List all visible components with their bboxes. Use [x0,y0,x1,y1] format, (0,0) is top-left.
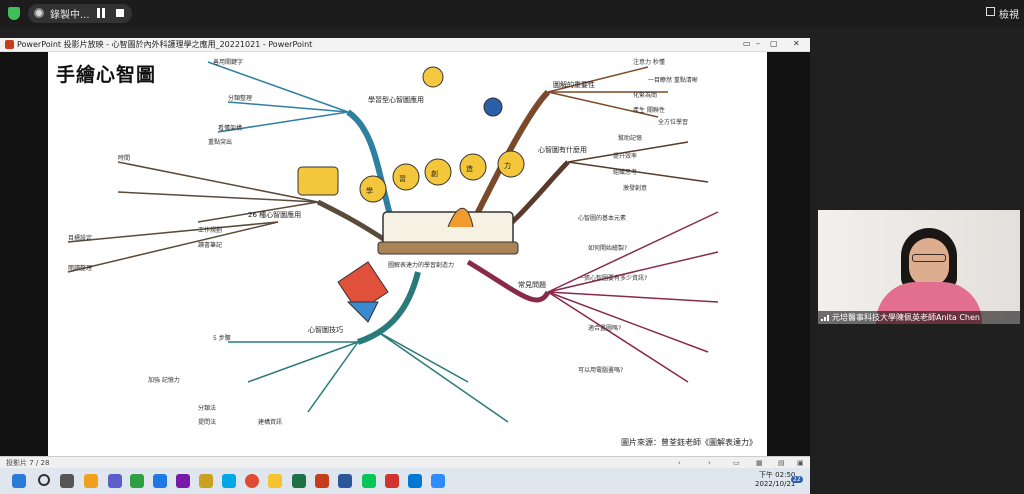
branch-label-6: 26 種心智圖應用 [248,210,301,219]
shield-icon [8,7,20,20]
branch-label-2: 圖解的重要性 [553,80,595,89]
branch-label-5: 心智圖技巧 [308,325,343,334]
weather-icon[interactable] [84,474,98,488]
pause-recording-button[interactable] [96,8,106,18]
svg-text:組織思考: 組織思考 [613,168,637,176]
normal-view-icon[interactable]: ▭ [733,459,740,467]
ppt-title-bar: PowerPoint 投影片放映 - 心智圖於內外科護理學之應用_2022102… [0,38,810,52]
stop-recording-button[interactable] [116,9,124,17]
center-caption: 圖解表達力的學習創造力 [388,261,454,269]
branch-label-1: 學習型心智圖應用 [368,95,424,104]
svg-text:工作規劃: 工作規劃 [198,226,222,234]
screen: 錄製中... 檢視 PowerPoint 投影片放映 - 心智圖於內外科護理學之… [0,0,1024,494]
mind-map-drawing: 學 習 創 造 力 圖解表達力的學習創造力 學習型心智圖應用 善用關鍵字 分類整… [67,58,719,426]
svg-text:時間: 時間 [118,154,130,162]
webcam-video-tile[interactable]: 元培醫事科技大學陳佩英老師Anita Chen [818,210,1020,324]
windows-start-icon[interactable] [12,474,26,488]
powerpoint-icon [5,40,14,49]
character-sketch-icon [422,66,444,88]
svg-text:產生 關聯性: 產生 關聯性 [633,106,665,114]
reading-view-icon[interactable]: ▤ [778,459,785,467]
word-icon[interactable] [338,474,352,488]
svg-text:讀書筆記: 讀書筆記 [198,241,222,249]
svg-text:化繁為簡: 化繁為簡 [633,91,657,99]
svg-text:提升效率: 提升效率 [613,152,637,160]
maximize-button[interactable]: ▢ [770,39,778,48]
powerpoint-taskbar-icon[interactable] [315,474,329,488]
center-char-2: 習 [399,175,406,183]
notification-badge[interactable]: 22 [791,476,803,483]
system-clock[interactable]: 下午 02:50 2022/10/21 [755,471,795,489]
svg-text:心智圖的基本元素: 心智圖的基本元素 [578,214,626,222]
svg-text:可以用電腦畫嗎?: 可以用電腦畫嗎? [578,366,623,374]
zoom-icon[interactable] [431,474,445,488]
svg-text:加強 記憶力: 加強 記憶力 [148,376,180,384]
svg-text:看懂架構: 看懂架構 [218,124,242,132]
svg-text:分類整理: 分類整理 [228,94,252,102]
center-char-5: 力 [504,161,511,170]
meeting-control-bar: 錄製中... 檢視 [0,0,1024,28]
slideshow-view-icon[interactable]: ▣ [797,459,804,467]
svg-text:適合畫圖嗎?: 適合畫圖嗎? [588,324,621,332]
branch-label-3: 心智圖有什麼用 [538,145,587,154]
slide-sorter-icon[interactable]: ▦ [756,459,763,467]
slide-counter: 投影片 7 / 28 [6,459,50,467]
folder-sketch-icon [297,166,339,196]
svg-text:全方位學習: 全方位學習 [658,118,688,126]
ppt-status-bar: 投影片 7 / 28 ‹ › ▭ ▦ ▤ ▣ [0,456,810,468]
svg-text:重點突出: 重點突出 [208,138,232,146]
svg-text:建構資訊: 建構資訊 [258,418,282,426]
svg-text:激發創意: 激發創意 [623,184,647,192]
teams-icon[interactable] [108,474,122,488]
app-icon-5[interactable] [408,474,422,488]
svg-text:目標設定: 目標設定 [68,234,92,242]
line-icon[interactable] [362,474,376,488]
file-explorer-icon[interactable] [268,474,282,488]
svg-text:5 步驟: 5 步驟 [213,334,231,342]
branch-label-4: 常見問題 [518,280,546,289]
svg-text:提問法: 提問法 [198,418,216,426]
window-title: PowerPoint 投影片放映 - 心智圖於內外科護理學之應用_2022102… [17,40,313,49]
record-icon [34,8,44,18]
svg-text:注意力 秒懂: 注意力 秒懂 [633,58,665,66]
recording-label: 錄製中... [50,10,90,21]
branch-line-left [316,199,390,245]
participant-face [909,238,949,286]
onenote-icon[interactable] [176,474,190,488]
app-icon-2[interactable] [153,474,167,488]
task-view-icon[interactable] [60,474,74,488]
svg-text:幫助記憶: 幫助記憶 [618,134,642,142]
chrome-icon[interactable] [245,474,259,488]
signal-strength-icon [821,315,829,321]
svg-text:分類法: 分類法 [198,404,216,412]
app-icon[interactable] [130,474,144,488]
app-icon-3[interactable] [199,474,213,488]
view-icon[interactable] [986,7,995,16]
excel-icon[interactable] [292,474,306,488]
svg-text:如何開始繪製?: 如何開始繪製? [588,244,627,252]
svg-text:善用關鍵字: 善用關鍵字 [213,58,243,66]
close-button[interactable]: ✕ [793,39,800,48]
center-char-1: 學 [366,186,373,195]
participant-glasses [912,254,946,262]
participant-name: 元培醫事科技大學陳佩英老師Anita Chen [832,313,980,322]
svg-text:一目瞭然 重點清晰: 一目瞭然 重點清晰 [648,76,698,84]
minimize-button[interactable]: – [756,39,760,48]
center-char-4: 造 [466,164,473,173]
app-icon-4[interactable] [385,474,399,488]
skype-icon[interactable] [222,474,236,488]
next-slide-icon[interactable]: › [708,459,711,467]
center-char-3: 創 [431,169,438,178]
slide-title: 手繪心智圖 [56,64,157,86]
slide: 學 習 創 造 力 圖解表達力的學習創造力 學習型心智圖應用 善用關鍵字 分類整… [48,52,767,456]
globe-sketch-icon [483,97,503,117]
image-source-note: 圖片來源：曾荃鈺老師《圖解表達力》 [621,438,757,447]
svg-text:一張心智圖要有多少資訊?: 一張心智圖要有多少資訊? [578,274,647,282]
view-button[interactable]: 檢視 [999,6,1019,21]
svg-text:閱讀整理: 閱讀整理 [68,264,92,272]
restore-icon[interactable]: ▭ [743,39,751,48]
previous-slide-icon[interactable]: ‹ [678,459,681,467]
search-icon[interactable] [38,474,50,486]
